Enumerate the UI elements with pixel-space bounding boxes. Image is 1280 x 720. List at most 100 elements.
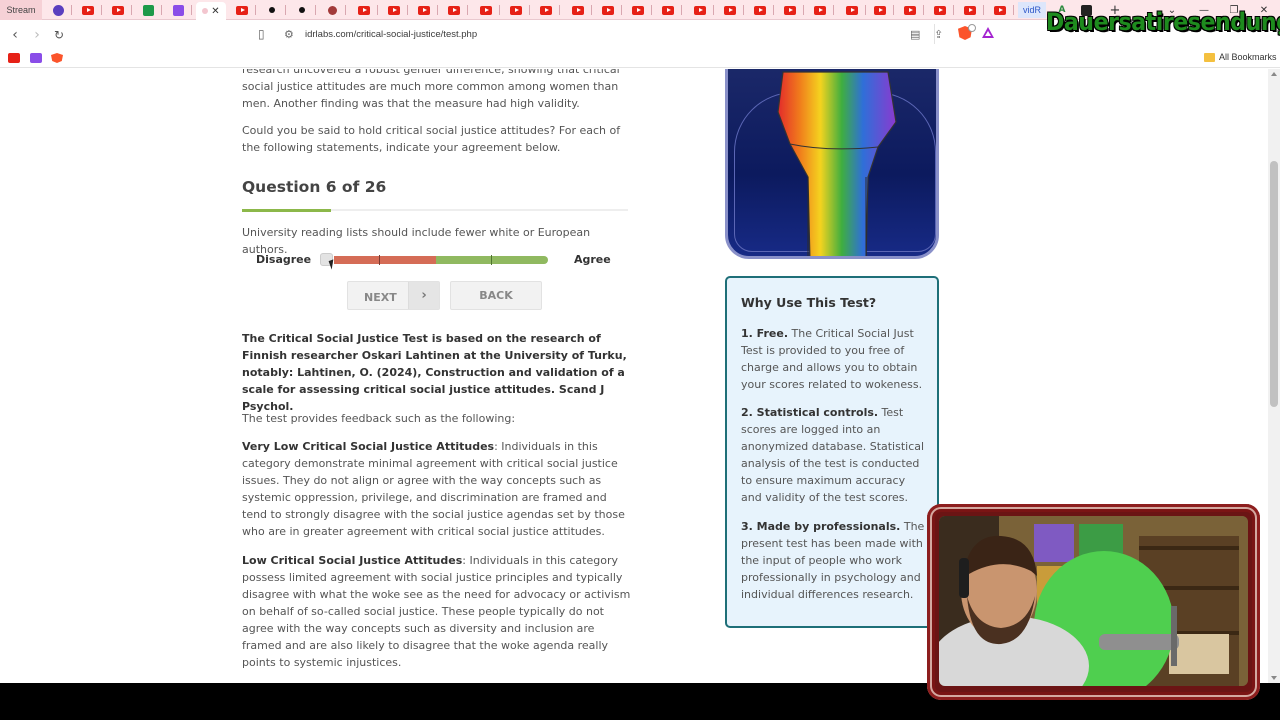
chevron-right-icon: › [408,282,439,309]
youtube-icon [724,5,736,15]
scrollbar-thumb[interactable] [1270,161,1278,407]
next-button-label: NEXT [364,291,397,304]
tab-youtube[interactable] [986,2,1014,18]
tab-youtube[interactable] [410,2,438,18]
tab-youtube[interactable] [440,2,468,18]
url-text[interactable]: idrlabs.com/critical-social-justice/test… [305,29,477,40]
scroll-down-arrow-icon[interactable] [1271,676,1277,680]
youtube-bookmark-icon[interactable] [8,53,20,63]
tab-favicon[interactable] [44,2,72,18]
youtube-icon [632,5,644,15]
slider-agree-range[interactable] [436,256,548,264]
close-icon[interactable]: ✕ [211,6,219,17]
toolbar-divider [934,24,935,44]
tab-tiktok[interactable] [258,2,286,18]
reload-icon[interactable]: ↻ [50,26,68,44]
tab-youtube[interactable] [594,2,622,18]
page-scrollbar[interactable] [1268,69,1280,683]
youtube-icon [82,5,94,15]
brave-bookmark-icon[interactable] [51,53,63,63]
tab-youtube[interactable] [228,2,256,18]
slider-tick [491,255,492,265]
tab-youtube[interactable] [472,2,500,18]
tab-youtube[interactable] [896,2,924,18]
very-low-description: Very Low Critical Social Justice Attitud… [242,438,632,540]
research-note: The Critical Social Justice Test is base… [242,332,627,413]
tab-youtube[interactable] [74,2,102,18]
tab-youtube[interactable] [350,2,378,18]
tab-youtube[interactable] [654,2,682,18]
why-item-heading: 3. Made by professionals. [741,520,901,533]
youtube-icon [236,5,248,15]
bug-icon [327,5,337,15]
tab-bug[interactable] [318,2,346,18]
tab-youtube[interactable] [624,2,652,18]
why-item-heading: 2. Statistical controls. [741,406,879,419]
scale-agree-label: Agree [574,253,611,266]
very-low-text: : Individuals in this category demonstra… [242,440,625,538]
tab-youtube[interactable] [956,2,984,18]
brave-rewards-icon[interactable] [982,27,994,38]
reader-mode-icon[interactable]: ▤ [910,28,920,41]
youtube-icon [846,5,858,15]
back-arrow-icon[interactable]: ‹ [6,26,24,44]
webcam-feed [939,516,1248,686]
low-text: : Individuals in this category possess l… [242,554,631,669]
forward-arrow-icon[interactable]: › [28,26,46,44]
scroll-up-arrow-icon[interactable] [1271,72,1277,76]
tab-vidr[interactable]: vidR [1018,2,1046,18]
youtube-icon [814,5,826,15]
slider-disagree-range[interactable] [334,256,436,264]
channel-name-overlay: Dauersatiresendung [1046,8,1280,36]
tab-tiktok[interactable] [288,2,316,18]
low-description: Low Critical Social Justice Attitudes: I… [242,552,632,671]
youtube-icon [964,5,976,15]
next-button[interactable]: NEXT › [347,281,440,310]
youtube-icon [904,5,916,15]
tab-twitch[interactable] [164,2,192,18]
tab-sheets[interactable] [134,2,162,18]
tab-youtube[interactable] [380,2,408,18]
youtube-icon [572,5,584,15]
why-panel-title: Why Use This Test? [741,295,877,310]
tab-youtube[interactable] [866,2,894,18]
youtube-icon [510,5,522,15]
feedback-intro: The test provides feedback such as the f… [242,412,516,425]
back-button[interactable]: BACK [450,281,542,310]
tab-youtube[interactable] [564,2,592,18]
shields-count-badge [968,24,976,32]
youtube-icon [112,5,124,15]
tab-youtube[interactable] [104,2,132,18]
question-divider [242,208,628,212]
tab-youtube[interactable] [926,2,954,18]
bookmark-icon[interactable]: ▯ [258,27,265,41]
why-item-free: 1. Free. The Critical Social Just Test i… [741,325,927,393]
tab-youtube[interactable] [686,2,714,18]
tab-active-idrlabs[interactable]: ✕ [196,2,226,20]
tab-youtube[interactable] [532,2,560,18]
site-info-icon[interactable]: ⚙ [284,28,294,41]
tab-youtube[interactable] [716,2,744,18]
youtube-icon [662,5,674,15]
all-bookmarks-label: All Bookmarks [1219,52,1277,62]
youtube-icon [418,5,430,15]
address-bar[interactable]: ▯ ⚙ idrlabs.com/critical-social-justice/… [254,23,1004,47]
youtube-icon [388,5,400,15]
tab-stream[interactable]: Stream [0,0,42,20]
agreement-slider[interactable] [320,253,548,266]
low-heading: Low Critical Social Justice Attitudes [242,554,463,567]
all-bookmarks-button[interactable]: All Bookmarks [1204,52,1277,62]
twitch-bookmark-icon[interactable] [30,53,42,63]
tab-youtube[interactable] [806,2,834,18]
twitch-icon [172,4,184,16]
tab-youtube[interactable] [746,2,774,18]
youtube-icon [874,5,886,15]
share-icon[interactable]: ⇪ [934,28,943,41]
youtube-icon [694,5,706,15]
tab-youtube[interactable] [838,2,866,18]
youtube-icon [754,5,766,15]
rainbow-fist-image [725,69,939,259]
tab-youtube[interactable] [502,2,530,18]
tab-youtube[interactable] [776,2,804,18]
scale-disagree-label: Disagree [256,253,312,266]
